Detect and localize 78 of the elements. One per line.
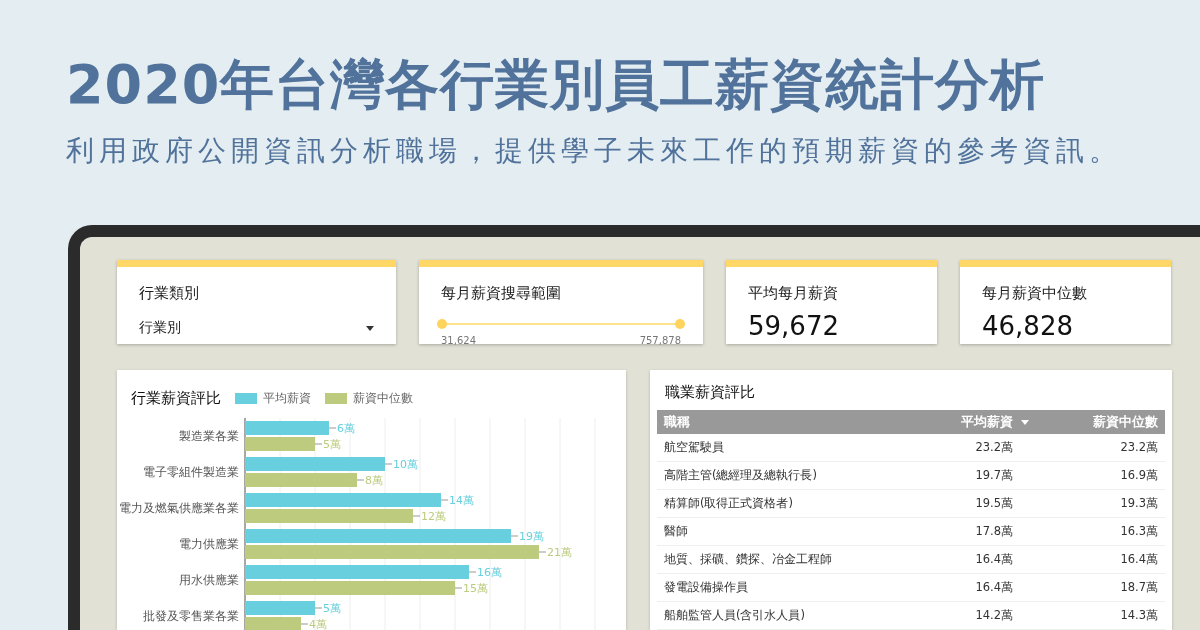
industry-dropdown[interactable]: 行業別 xyxy=(139,319,374,337)
bar xyxy=(245,437,315,451)
leader-line xyxy=(468,571,477,573)
leader-line xyxy=(314,443,323,445)
page-title: 2020年台灣各行業別員工薪資統計分析 xyxy=(66,52,1047,118)
chart-title: 行業薪資評比 xyxy=(131,389,221,408)
table-cell: 23.2萬 xyxy=(882,434,1036,462)
leader-line xyxy=(314,607,323,609)
leader-line xyxy=(538,551,547,553)
table-cell: 醫師 xyxy=(657,517,882,546)
category-label: 製造業各業 xyxy=(179,429,239,443)
table-cell: 精算師(取得正式資格者) xyxy=(657,489,882,518)
category-label: 電力供應業 xyxy=(179,537,239,551)
leader-line xyxy=(510,535,519,537)
table-cell: 14.3萬 xyxy=(1036,601,1165,630)
filter-label: 每月薪資搜尋範圍 xyxy=(441,284,562,303)
table-cell: 16.4萬 xyxy=(882,573,1036,602)
value-label: 16萬 xyxy=(477,566,502,579)
table-cell: 發電設備操作員 xyxy=(657,573,882,602)
column-header[interactable]: 薪資中位數 xyxy=(1036,410,1165,434)
bar xyxy=(245,617,301,630)
leader-line xyxy=(356,479,365,481)
leader-line xyxy=(454,587,463,589)
filter-label: 行業類別 xyxy=(139,284,200,303)
category-label: 用水供應業 xyxy=(179,573,239,587)
table-cell: 18.7萬 xyxy=(1036,573,1165,602)
table-cell: 17.8萬 xyxy=(882,517,1036,546)
page-subtitle: 利用政府公開資訊分析職場，提供學子未來工作的預期薪資的參考資訊。 xyxy=(66,133,1123,169)
table-cell: 16.4萬 xyxy=(882,545,1036,574)
legend-swatch-icon xyxy=(325,393,347,404)
table-cell: 船舶監管人員(含引水人員) xyxy=(657,601,882,630)
table-title: 職業薪資評比 xyxy=(664,383,756,403)
table-cell: 地質、採礦、鑽探、冶金工程師 xyxy=(657,545,882,574)
slider-handle[interactable] xyxy=(675,319,685,329)
table-cell: 19.7萬 xyxy=(882,461,1036,490)
caret-icon xyxy=(366,325,374,331)
category-label: 電力及燃氣供應業各業 xyxy=(119,501,239,515)
leader-line xyxy=(440,499,449,501)
bar xyxy=(245,601,315,615)
range-max: 757,878 xyxy=(639,335,681,346)
value-label: 10萬 xyxy=(393,458,418,471)
range-min: 31,624 xyxy=(441,335,476,346)
column-header[interactable]: 職稱 xyxy=(657,410,882,434)
value-label: 8萬 xyxy=(365,474,383,487)
legend-label: 平均薪資 xyxy=(263,390,311,407)
table-cell: 19.3萬 xyxy=(1036,489,1165,518)
value-label: 12萬 xyxy=(421,510,446,523)
table-cell: 19.5萬 xyxy=(882,489,1036,518)
value-label: 4萬 xyxy=(309,618,327,630)
category-label: 批發及零售業各業 xyxy=(143,609,239,623)
metric-value: 59,672 xyxy=(748,311,840,341)
table-cell: 高階主管(總經理及總執行長) xyxy=(657,461,882,490)
value-label: 19萬 xyxy=(519,530,544,543)
slider-handle[interactable] xyxy=(437,319,447,329)
leader-line xyxy=(328,427,337,429)
legend-swatch-icon xyxy=(235,393,257,404)
table-cell: 航空駕駛員 xyxy=(657,434,882,462)
value-label: 21萬 xyxy=(547,546,572,559)
value-label: 6萬 xyxy=(337,422,355,435)
value-label: 15萬 xyxy=(463,582,488,595)
table-cell: 16.4萬 xyxy=(1036,545,1165,574)
table-cell: 23.2萬 xyxy=(1036,434,1165,462)
metric-label: 平均每月薪資 xyxy=(748,284,839,303)
leader-line xyxy=(412,515,421,517)
table-cell: 14.2萬 xyxy=(882,601,1036,630)
leader-line xyxy=(300,623,309,625)
metric-value: 46,828 xyxy=(982,311,1074,341)
table-cell: 16.9萬 xyxy=(1036,461,1165,490)
value-label: 14萬 xyxy=(449,494,474,507)
table-cell: 16.3萬 xyxy=(1036,517,1165,546)
value-label: 5萬 xyxy=(323,602,341,615)
leader-line xyxy=(384,463,393,465)
legend-label: 薪資中位數 xyxy=(353,390,413,407)
metric-label: 每月薪資中位數 xyxy=(982,284,1088,303)
category-label: 電子零組件製造業 xyxy=(143,465,239,479)
value-label: 5萬 xyxy=(323,438,341,451)
sort-caret-icon xyxy=(1021,420,1029,425)
column-header[interactable]: 平均薪資 xyxy=(882,410,1036,434)
